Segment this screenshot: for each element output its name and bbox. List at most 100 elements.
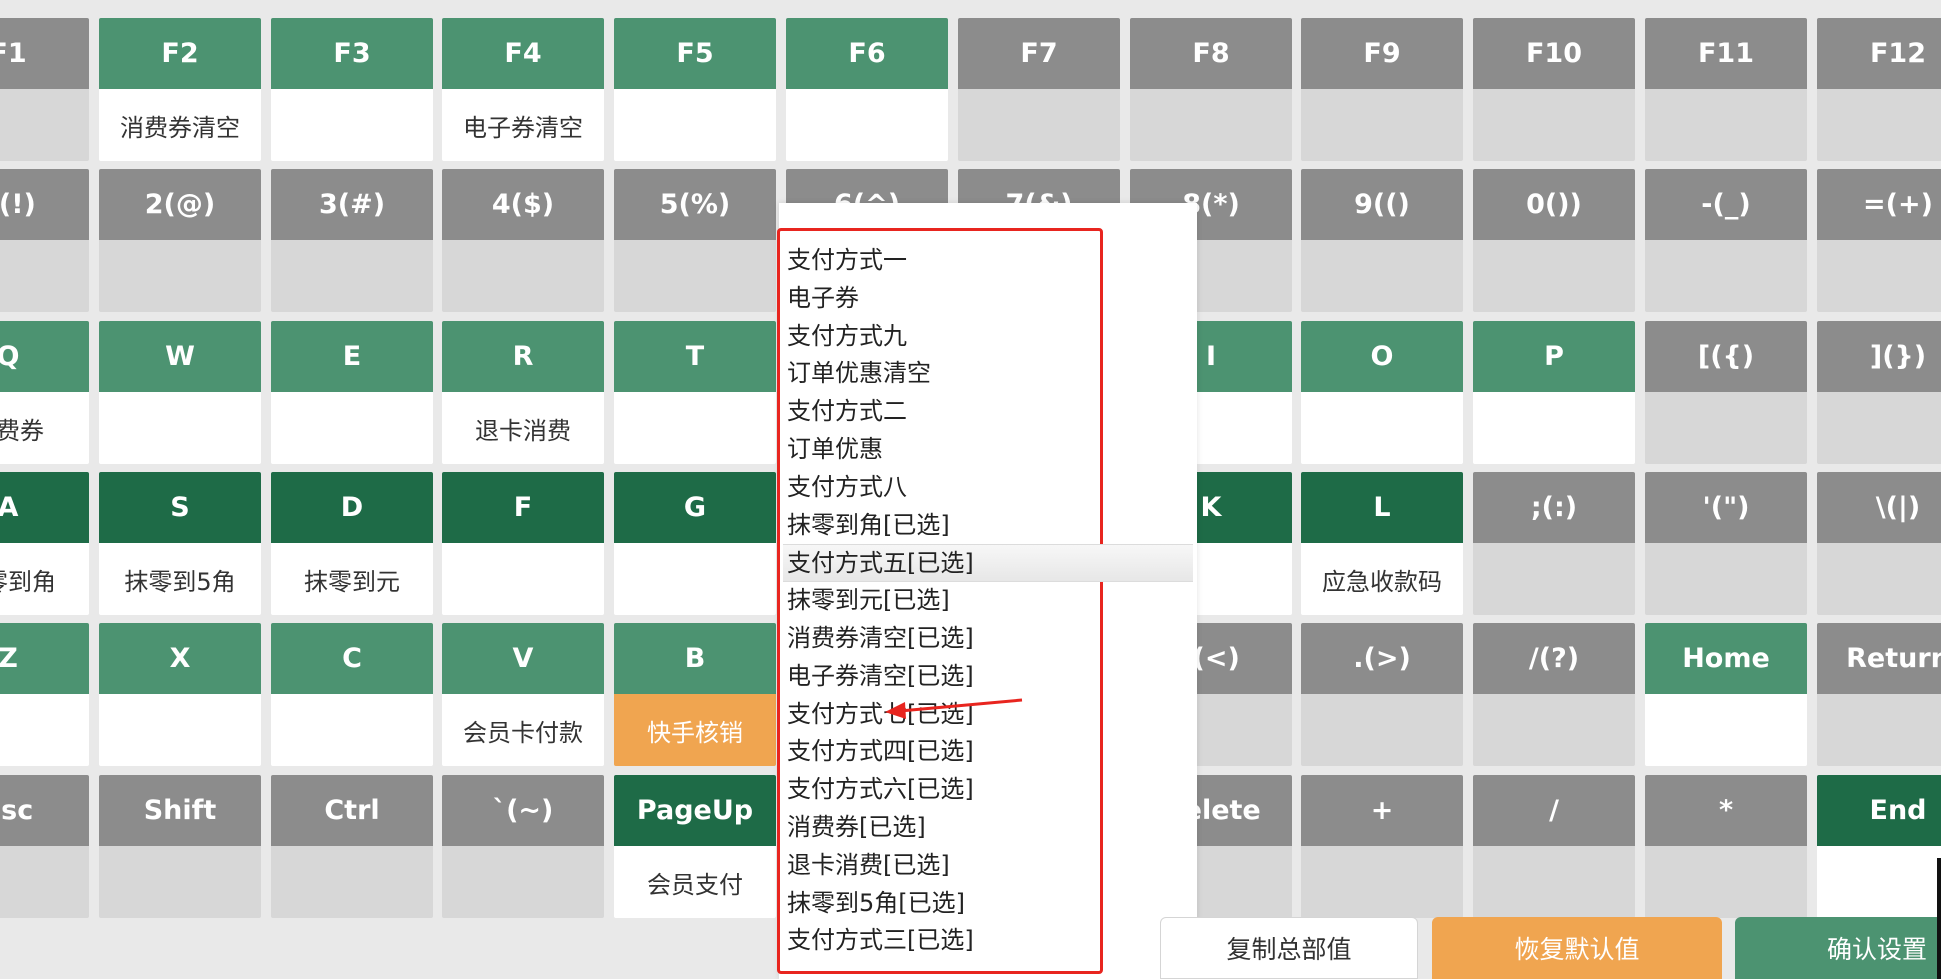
key-1-9[interactable]: 0()) (1473, 169, 1635, 312)
key-assigned-function[interactable] (1473, 392, 1635, 464)
dropdown-option[interactable]: 支付方式四[已选] (783, 733, 1193, 771)
key-0-5[interactable]: F6 (786, 18, 948, 161)
dropdown-option[interactable]: 支付方式九 (783, 318, 1193, 356)
key-3-10[interactable]: '(") (1645, 472, 1807, 615)
key-2-2[interactable]: E (271, 321, 433, 464)
dropdown-option[interactable]: 订单优惠 (783, 431, 1193, 469)
key-0-8[interactable]: F9 (1301, 18, 1463, 161)
dropdown-option[interactable]: 抹零到角[已选] (783, 507, 1193, 545)
key-assigned-function[interactable] (1301, 240, 1463, 312)
key-4-9[interactable]: /(?) (1473, 623, 1635, 766)
key-4-11[interactable]: Return (1817, 623, 1941, 766)
key-assigned-function[interactable] (1473, 543, 1635, 615)
key-3-4[interactable]: G (614, 472, 776, 615)
key-assigned-function[interactable]: 快手核销 (614, 694, 776, 766)
key-assigned-function[interactable] (1817, 89, 1941, 161)
key-assigned-function[interactable] (1645, 89, 1807, 161)
key-1-1[interactable]: 2(@) (99, 169, 261, 312)
key-assigned-function[interactable] (99, 846, 261, 918)
key-assigned-function[interactable] (1817, 694, 1941, 766)
key-assigned-function[interactable] (958, 89, 1120, 161)
key-5-4[interactable]: PageUp 会员支付 (614, 775, 776, 918)
dropdown-option[interactable]: 订单优惠清空 (783, 355, 1193, 393)
key-assigned-function[interactable] (1301, 694, 1463, 766)
key-assigned-function[interactable]: 消费券清空 (99, 89, 261, 161)
key-assigned-function[interactable] (1473, 240, 1635, 312)
copy-all-button[interactable]: 复制总部值 (1160, 917, 1418, 979)
key-assigned-function[interactable] (614, 240, 776, 312)
key-5-1[interactable]: Shift (99, 775, 261, 918)
key-5-9[interactable]: / (1473, 775, 1635, 918)
key-assigned-function[interactable] (0, 846, 89, 918)
dropdown-option[interactable]: 电子券清空[已选] (783, 658, 1193, 696)
key-assigned-function[interactable]: 电子券清空 (442, 89, 604, 161)
key-1-3[interactable]: 4($) (442, 169, 604, 312)
key-assigned-function[interactable] (1645, 392, 1807, 464)
dropdown-option[interactable]: 抹零到5角[已选] (783, 885, 1193, 923)
key-1-4[interactable]: 5(%) (614, 169, 776, 312)
key-0-10[interactable]: F11 (1645, 18, 1807, 161)
dropdown-option[interactable]: 支付方式七[已选] (783, 696, 1193, 734)
confirm-settings-button[interactable]: 确认设置 (1735, 917, 1941, 979)
key-4-3[interactable]: V 会员卡付款 (442, 623, 604, 766)
key-assigned-function[interactable] (0, 240, 89, 312)
key-4-1[interactable]: X (99, 623, 261, 766)
key-3-8[interactable]: L 应急收款码 (1301, 472, 1463, 615)
key-assigned-function[interactable] (1817, 392, 1941, 464)
key-0-1[interactable]: F2 消费券清空 (99, 18, 261, 161)
key-1-11[interactable]: =(+) (1817, 169, 1941, 312)
key-assigned-function[interactable] (1301, 89, 1463, 161)
dropdown-option[interactable]: 支付方式五[已选] (783, 544, 1193, 583)
payment-method-dropdown[interactable]: 支付方式一 电子券 支付方式九 订单优惠清空 支付方式二 订单优惠 支付方式八 抹零到角[已选… (777, 228, 1193, 974)
key-assigned-function[interactable] (1817, 543, 1941, 615)
key-1-2[interactable]: 3(#) (271, 169, 433, 312)
key-assigned-function[interactable] (99, 694, 261, 766)
key-2-10[interactable]: [({) (1645, 321, 1807, 464)
key-0-11[interactable]: F12 (1817, 18, 1941, 161)
key-assigned-function[interactable]: 会员卡付款 (442, 694, 604, 766)
key-5-3[interactable]: `(~) (442, 775, 604, 918)
dropdown-option[interactable]: 支付方式三[已选] (783, 922, 1193, 960)
key-3-2[interactable]: D 抹零到元 (271, 472, 433, 615)
key-4-0[interactable]: Z (0, 623, 89, 766)
dropdown-option[interactable]: 抹零到元[已选] (783, 582, 1193, 620)
key-assigned-function[interactable] (1301, 846, 1463, 918)
key-assigned-function[interactable] (786, 89, 948, 161)
dropdown-option[interactable]: 支付方式一 (783, 242, 1193, 280)
key-1-10[interactable]: -(_) (1645, 169, 1807, 312)
dropdown-option[interactable]: 支付方式六[已选] (783, 771, 1193, 809)
key-assigned-function[interactable] (271, 392, 433, 464)
key-0-4[interactable]: F5 (614, 18, 776, 161)
key-5-2[interactable]: Ctrl (271, 775, 433, 918)
key-4-4[interactable]: B 快手核销 (614, 623, 776, 766)
key-2-4[interactable]: T (614, 321, 776, 464)
key-assigned-function[interactable] (271, 694, 433, 766)
key-assigned-function[interactable]: 抹零到角 (0, 543, 89, 615)
dropdown-option[interactable]: 支付方式八 (783, 469, 1193, 507)
key-2-0[interactable]: Q消费券 (0, 321, 89, 464)
key-2-9[interactable]: P (1473, 321, 1635, 464)
key-3-11[interactable]: \(|) (1817, 472, 1941, 615)
key-0-3[interactable]: F4 电子券清空 (442, 18, 604, 161)
key-assigned-function[interactable]: 消费券 (0, 392, 89, 464)
key-5-0[interactable]: Esc (0, 775, 89, 918)
key-assigned-function[interactable] (442, 240, 604, 312)
key-assigned-function[interactable] (99, 240, 261, 312)
key-2-1[interactable]: W (99, 321, 261, 464)
key-assigned-function[interactable] (1645, 694, 1807, 766)
key-5-8[interactable]: + (1301, 775, 1463, 918)
key-assigned-function[interactable] (1473, 89, 1635, 161)
dropdown-option[interactable]: 电子券 (783, 280, 1193, 318)
key-1-0[interactable]: 1(!) (0, 169, 89, 312)
key-assigned-function[interactable] (1817, 240, 1941, 312)
key-assigned-function[interactable] (1473, 694, 1635, 766)
key-assigned-function[interactable] (1473, 846, 1635, 918)
key-0-6[interactable]: F7 (958, 18, 1120, 161)
dropdown-option[interactable]: 支付方式二 (783, 393, 1193, 431)
key-assigned-function[interactable] (271, 846, 433, 918)
key-assigned-function[interactable] (614, 543, 776, 615)
key-assigned-function[interactable] (271, 240, 433, 312)
key-5-10[interactable]: * (1645, 775, 1807, 918)
key-5-11[interactable]: End (1817, 775, 1941, 918)
key-assigned-function[interactable] (271, 89, 433, 161)
